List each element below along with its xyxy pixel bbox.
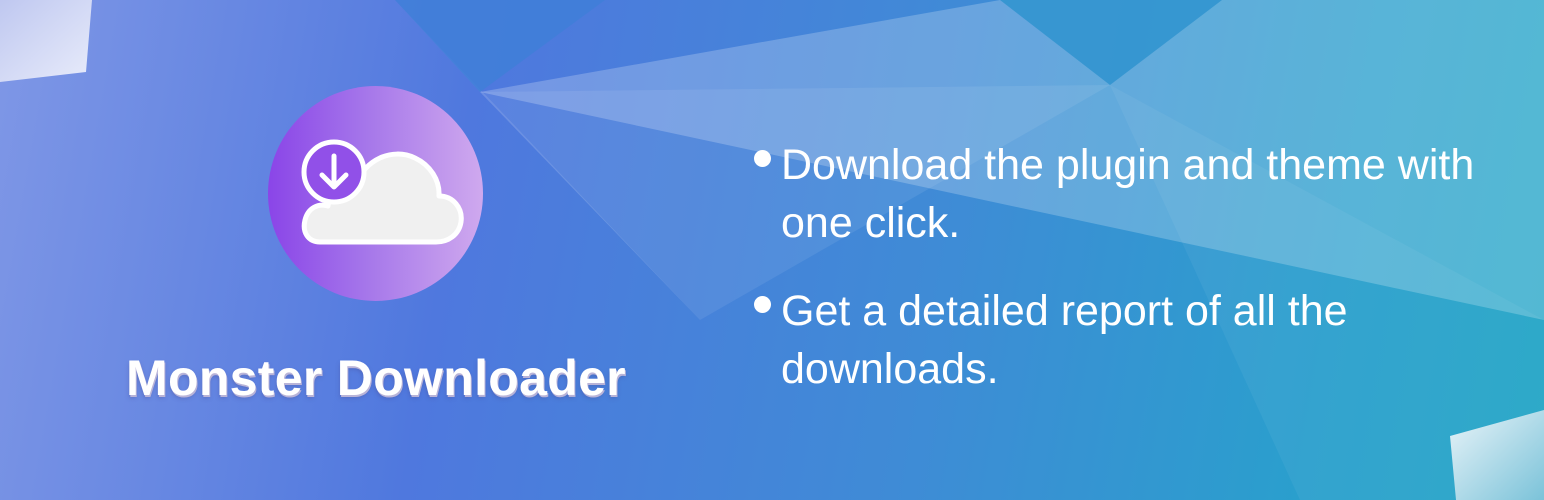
cloud-download-icon	[301, 139, 464, 245]
corner-shape-top-left	[0, 0, 92, 82]
feature-text: Get a detailed report of all the downloa…	[781, 287, 1348, 393]
feature-list: Download the plugin and theme with one c…	[752, 136, 1492, 428]
feature-item: Get a detailed report of all the downloa…	[752, 282, 1492, 398]
plugin-banner: Monster Downloader Download the plugin a…	[0, 0, 1544, 500]
bullet-icon	[754, 150, 771, 167]
feature-text: Download the plugin and theme with one c…	[781, 141, 1475, 247]
bullet-icon	[754, 296, 771, 313]
product-title: Monster Downloader	[126, 350, 626, 406]
logo-circle	[268, 86, 483, 301]
feature-item: Download the plugin and theme with one c…	[752, 136, 1492, 252]
